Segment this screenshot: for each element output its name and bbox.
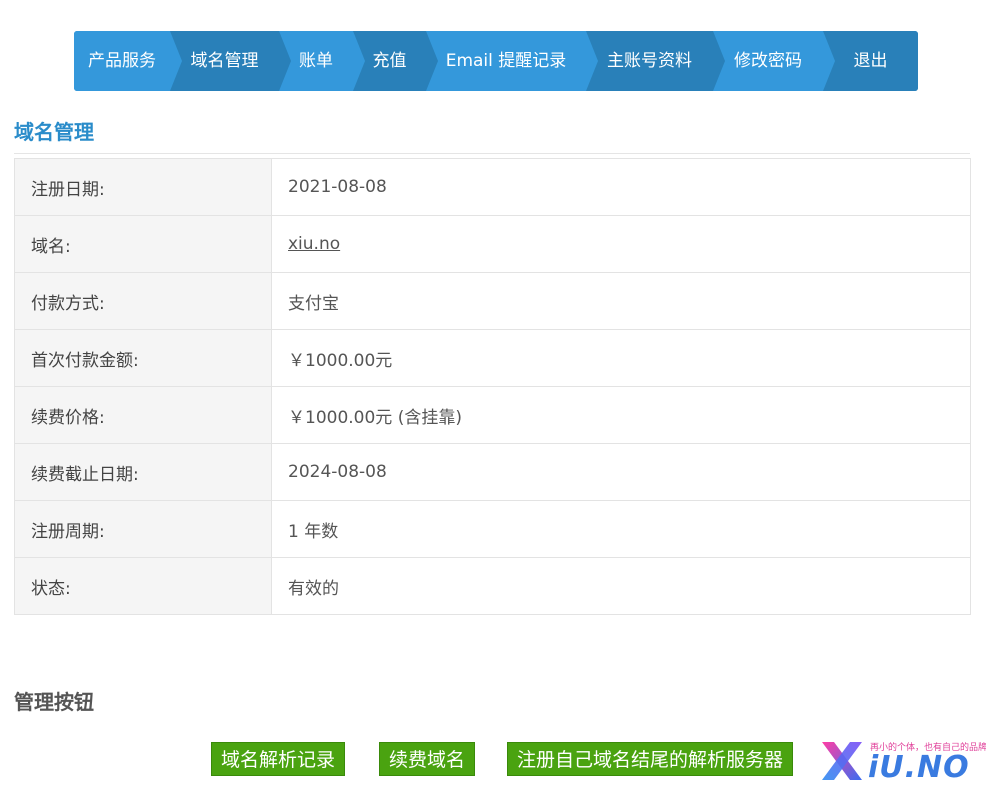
row-label: 注册周期: [14, 500, 272, 558]
nav-separator-arrow [426, 31, 438, 91]
nav-item-products[interactable]: 产品服务 [74, 31, 182, 91]
register-nameserver-button[interactable]: 注册自己域名结尾的解析服务器 [507, 742, 794, 776]
nav-separator-arrow [279, 31, 291, 91]
row-label: 首次付款金额: [14, 329, 272, 387]
nav-item-account-profile[interactable]: 主账号资料 [586, 31, 725, 91]
row-label: 付款方式: [14, 272, 272, 330]
nav-separator-arrow [170, 31, 182, 91]
nav-separator-arrow [713, 31, 725, 91]
table-row: 续费截止日期: 2024-08-08 [14, 443, 971, 501]
logo-wordmark: iU.NO [868, 750, 970, 785]
x-logo-icon [822, 742, 862, 780]
nav-item-label: 主账号资料 [607, 51, 692, 71]
row-label: 续费价格: [14, 386, 272, 444]
manage-section-title: 管理按钮 [14, 690, 94, 714]
row-value: 1 年数 [271, 500, 971, 558]
nav-item-label: 域名管理 [190, 51, 259, 71]
nav-item-label: 修改密码 [734, 51, 802, 71]
row-label: 域名: [14, 215, 272, 273]
row-value: ￥1000.00元 [271, 329, 971, 387]
row-label: 状态: [14, 557, 272, 615]
brand-logo: 再小的个体，也有自己的品牌 iU.NO [816, 738, 986, 785]
table-row: 首次付款金额: ￥1000.00元 [14, 329, 971, 387]
nav-item-email-reminders[interactable]: Email 提醒记录 [426, 31, 598, 91]
table-row: 状态: 有效的 [14, 557, 971, 615]
top-navigation: 产品服务 域名管理 账单 充值 Email 提醒记录 主账号资料 修改密码 退出 [74, 31, 918, 91]
table-row: 续费价格: ￥1000.00元 (含挂靠) [14, 386, 971, 444]
row-label: 续费截止日期: [14, 443, 272, 501]
nav-item-label: 产品服务 [88, 51, 156, 71]
nav-item-change-password[interactable]: 修改密码 [713, 31, 835, 91]
domain-link[interactable]: xiu.no [288, 234, 340, 254]
renew-domain-button[interactable]: 续费域名 [379, 742, 476, 776]
row-value: 2024-08-08 [271, 443, 971, 501]
nav-item-domain-management[interactable]: 域名管理 [170, 31, 291, 91]
domain-details-table: 注册日期: 2021-08-08 域名: xiu.no 付款方式: 支付宝 首次… [14, 158, 971, 615]
table-row: 付款方式: 支付宝 [14, 272, 971, 330]
nav-separator-arrow [353, 31, 365, 91]
nav-separator-arrow [586, 31, 598, 91]
nav-item-label: 充值 [372, 51, 407, 71]
dns-records-button[interactable]: 域名解析记录 [211, 742, 346, 776]
page-title: 域名管理 [14, 116, 970, 154]
row-value: 有效的 [271, 557, 971, 615]
table-row: 域名: xiu.no [14, 215, 971, 273]
table-row: 注册日期: 2021-08-08 [14, 158, 971, 216]
row-value: xiu.no [271, 215, 971, 273]
row-value: 支付宝 [271, 272, 971, 330]
table-row: 注册周期: 1 年数 [14, 500, 971, 558]
nav-item-label: Email 提醒记录 [445, 51, 567, 71]
row-value: ￥1000.00元 (含挂靠) [271, 386, 971, 444]
row-label: 注册日期: [14, 158, 272, 216]
nav-item-label: 退出 [853, 51, 888, 71]
nav-item-label: 账单 [299, 51, 333, 71]
nav-separator-arrow [823, 31, 835, 91]
nav-item-logout[interactable]: 退出 [823, 31, 918, 91]
row-value: 2021-08-08 [271, 158, 971, 216]
